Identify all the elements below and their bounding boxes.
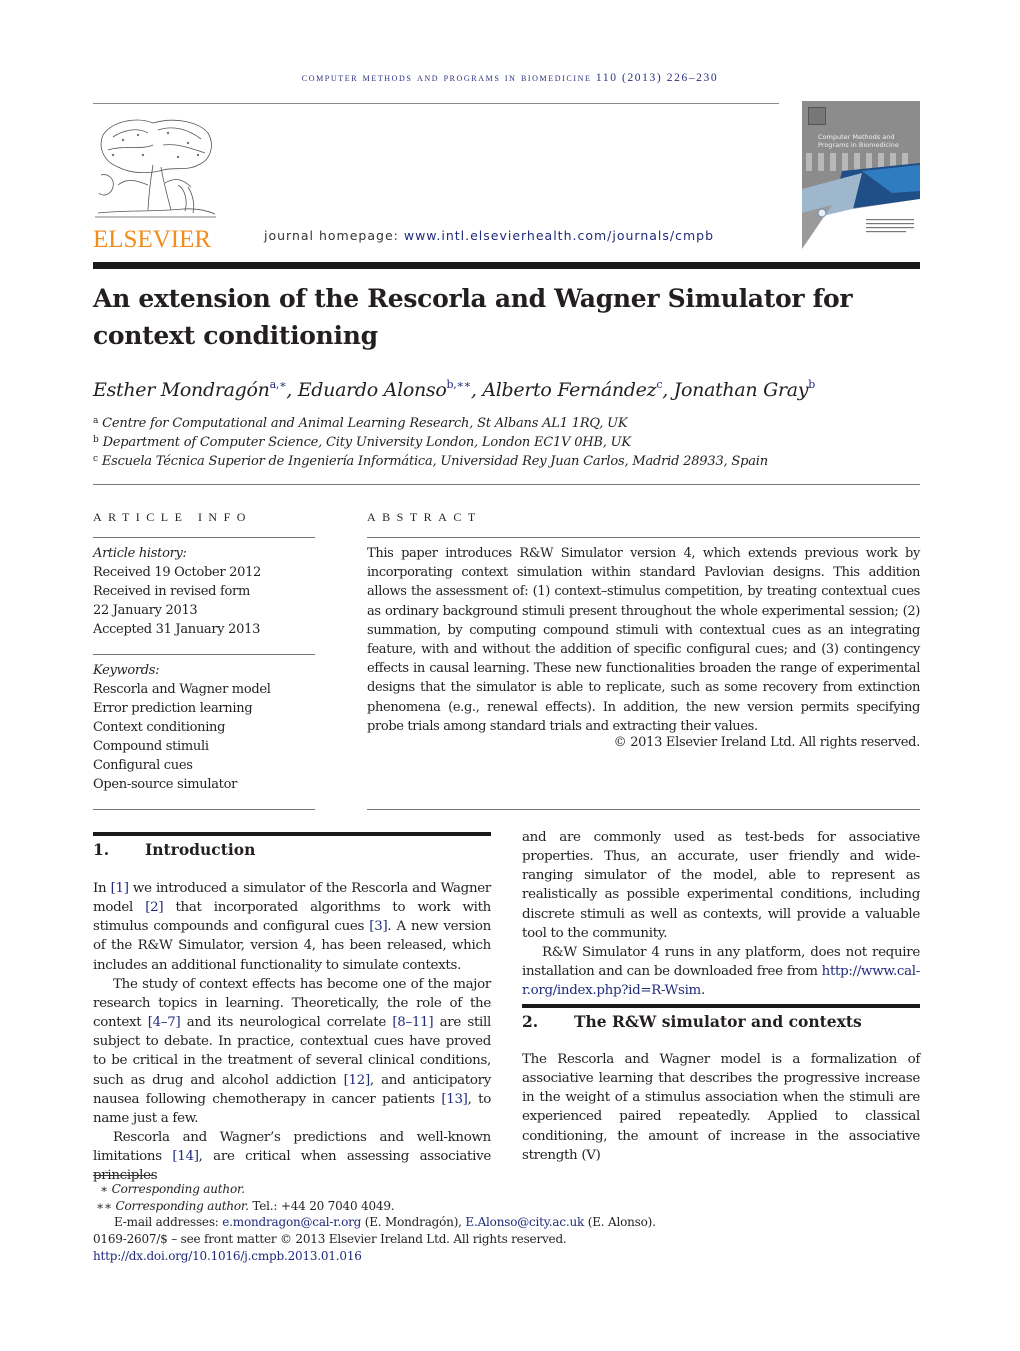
keywords-divider — [93, 654, 315, 655]
paragraph: In [1] we introduced a simulator of the … — [93, 879, 491, 975]
history-item: Received in revised form — [93, 584, 250, 599]
citation-link[interactable]: [2] — [145, 900, 163, 915]
doi-link[interactable]: http://dx.doi.org/10.1016/j.cmpb.2013.01… — [93, 1248, 362, 1265]
abstract-divider — [367, 537, 920, 538]
author-name: Esther Mondragón — [93, 379, 270, 401]
keyword: Rescorla and Wagner model — [93, 682, 271, 697]
email-link[interactable]: e.mondragon@cal-r.org — [222, 1215, 361, 1229]
info-bottom-divider — [93, 809, 315, 810]
abstract-bottom-divider — [367, 809, 920, 810]
header-divider — [93, 103, 779, 104]
abstract-label: ABSTRACT — [367, 510, 482, 524]
article-info-divider — [93, 537, 315, 538]
section-2-rule — [522, 1004, 920, 1008]
affiliation-c: c Escuela Técnica Superior de Ingeniería … — [93, 454, 768, 469]
author-name: Jonathan Gray — [673, 379, 809, 401]
paragraph: R&W Simulator 4 runs in any platform, do… — [522, 944, 920, 999]
text-run: In — [93, 881, 111, 896]
author-name: Eduardo Alonso — [297, 379, 447, 401]
keywords-label: Keywords: — [93, 663, 160, 678]
section-2-body: The Rescorla and Wagner model is a forma… — [522, 1050, 920, 1165]
citation-link[interactable]: [13] — [441, 1092, 468, 1107]
author-name: Alberto Fernández — [482, 379, 657, 401]
citation-link[interactable]: [1] — [111, 881, 129, 896]
history-item: Received 19 October 2012 — [93, 565, 262, 580]
keyword: Compound stimuli — [93, 739, 209, 754]
paragraph: The study of context effects has become … — [93, 975, 491, 1128]
text-run: and its neurological correlate — [180, 1015, 393, 1031]
keywords: Keywords: Rescorla and Wagner model Erro… — [93, 661, 318, 794]
citation-link[interactable]: [14] — [172, 1149, 199, 1164]
keyword: Error prediction learning — [93, 701, 253, 716]
paragraph: The Rescorla and Wagner model is a forma… — [522, 1052, 920, 1163]
article-history: Article history: Received 19 October 201… — [93, 544, 318, 639]
affiliation-b: b Department of Computer Science, City Un… — [93, 435, 631, 450]
affiliation-divider — [93, 484, 920, 485]
footnote-emails: E-mail addresses: e.mondragon@cal-r.org … — [114, 1215, 656, 1229]
section-1-rule — [93, 832, 491, 836]
citation-link[interactable]: [8–11] — [392, 1015, 433, 1030]
journal-cover-thumbnail: Computer Methods and Programs in Biomedi… — [802, 101, 920, 249]
paragraph: and are commonly used as test-beds for a… — [522, 830, 920, 941]
author-affiliation-marker[interactable]: a,∗ — [270, 378, 287, 391]
affiliation-a: a Centre for Computational and Animal Lea… — [93, 416, 628, 431]
abstract-copyright: © 2013 Elsevier Ireland Ltd. All rights … — [613, 735, 921, 750]
history-item: Accepted 31 January 2013 — [93, 622, 261, 637]
issn-line: 0169-2607/$ – see front matter © 2013 El… — [93, 1232, 567, 1246]
title-rule — [93, 262, 920, 269]
right-column-body: and are commonly used as test-beds for a… — [522, 828, 920, 1000]
keyword: Configural cues — [93, 758, 193, 773]
section-1-body: In [1] we introduced a simulator of the … — [93, 879, 491, 1186]
citation-link[interactable]: [3] — [369, 919, 387, 934]
article-info-label: ARTICLE INFO — [93, 510, 252, 524]
section-2-heading: 2. The R&W simulator and contexts — [522, 1012, 862, 1031]
email-link[interactable]: E.Alonso@city.ac.uk — [465, 1215, 584, 1229]
footnote-corresponding-1: ∗ Corresponding author. — [100, 1182, 245, 1196]
footnote-corresponding-2: ∗∗ Corresponding author. Tel.: +44 20 70… — [96, 1199, 395, 1213]
history-item: 22 January 2013 — [93, 603, 198, 618]
keyword: Open-source simulator — [93, 777, 238, 792]
homepage-link[interactable]: www.intl.elsevierhealth.com/journals/cmp… — [404, 228, 714, 243]
abstract-text: This paper introduces R&W Simulator vers… — [367, 546, 920, 734]
elsevier-wordmark: ELSEVIER — [93, 226, 212, 253]
journal-homepage: journal homepage: www.intl.elsevierhealt… — [264, 228, 714, 243]
citation-link[interactable]: [12] — [344, 1073, 371, 1088]
author-list: Esther Mondragóna,∗, Eduardo Alonsob,∗∗,… — [93, 378, 815, 401]
cover-graphic — [802, 153, 920, 249]
article-title: An extension of the Rescorla and Wagner … — [93, 284, 853, 350]
citation-link[interactable]: [4–7] — [148, 1015, 181, 1030]
footnote-rule — [93, 1175, 153, 1176]
homepage-label: journal homepage: — [264, 228, 404, 243]
section-1-heading: 1. Introduction — [93, 840, 256, 859]
running-head: computer methods and programs in biomedi… — [301, 72, 719, 84]
author-affiliation-marker[interactable]: b,∗∗ — [447, 378, 472, 391]
paragraph: Rescorla and Wagner’s predictions and we… — [93, 1128, 491, 1185]
history-label: Article history: — [93, 546, 187, 561]
author-affiliation-marker[interactable]: b — [808, 378, 815, 391]
keyword: Context conditioning — [93, 720, 226, 735]
